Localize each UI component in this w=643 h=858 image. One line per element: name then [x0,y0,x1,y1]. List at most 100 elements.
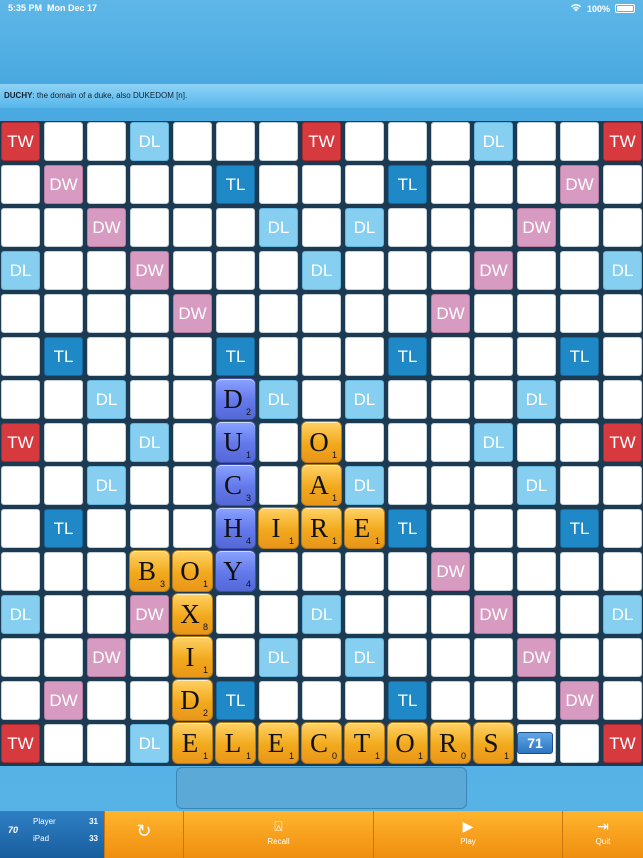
board-square[interactable] [560,122,599,161]
board-square[interactable] [1,466,40,505]
board-square[interactable] [130,638,169,677]
board-square[interactable] [87,337,126,376]
board-square[interactable] [216,122,255,161]
board-square[interactable] [259,337,298,376]
board-square[interactable] [603,165,642,204]
letter-tile[interactable]: T1 [344,722,385,764]
premium-square-tw[interactable]: TW [302,122,341,161]
board-square[interactable] [431,466,470,505]
premium-square-tw[interactable]: TW [603,724,642,763]
board-square[interactable] [431,251,470,290]
board-square[interactable] [44,208,83,247]
board-square[interactable] [259,165,298,204]
board-square[interactable] [345,595,384,634]
board-square[interactable] [474,681,513,720]
letter-tile[interactable]: S1 [473,722,514,764]
board-square[interactable] [87,509,126,548]
board-square[interactable] [474,552,513,591]
board-square[interactable] [474,208,513,247]
premium-square-dw[interactable]: DW [560,681,599,720]
premium-square-dl[interactable]: DL [603,595,642,634]
board-square[interactable] [431,380,470,419]
board-square[interactable] [474,380,513,419]
board-square[interactable] [517,251,556,290]
board-square[interactable] [560,466,599,505]
premium-square-tw[interactable]: TW [1,724,40,763]
board-square[interactable] [302,552,341,591]
board-square[interactable] [560,294,599,333]
premium-square-dw[interactable]: DW [431,294,470,333]
premium-square-tl[interactable]: TL [560,509,599,548]
board-square[interactable] [87,294,126,333]
premium-square-tl[interactable]: TL [560,337,599,376]
board-square[interactable] [603,552,642,591]
board-square[interactable] [345,552,384,591]
board-square[interactable] [44,423,83,462]
board-square[interactable] [259,466,298,505]
recall-button[interactable]: ⍓ Recall [183,811,373,858]
premium-square-dl[interactable]: DL [130,122,169,161]
board-square[interactable] [388,380,427,419]
board-square[interactable] [431,638,470,677]
letter-tile[interactable]: O1 [301,421,342,463]
board-square[interactable] [130,294,169,333]
board-square[interactable] [259,423,298,462]
letter-tile[interactable]: D2 [215,378,256,420]
premium-square-dw[interactable]: DW [87,638,126,677]
tile-rack[interactable] [176,767,467,809]
premium-square-dl[interactable]: DL [302,251,341,290]
board-square[interactable] [216,294,255,333]
board-square[interactable] [1,337,40,376]
premium-square-dl[interactable]: DL [1,595,40,634]
board-square[interactable] [560,251,599,290]
board-square[interactable] [130,208,169,247]
premium-square-tl[interactable]: TL [216,681,255,720]
board-square[interactable] [517,423,556,462]
premium-square-tl[interactable]: TL [388,337,427,376]
letter-tile[interactable]: E1 [172,722,213,764]
premium-square-dw[interactable]: DW [431,552,470,591]
letter-tile[interactable]: B3 [129,550,170,592]
premium-square-tw[interactable]: TW [1,122,40,161]
board-square[interactable] [173,380,212,419]
letter-tile[interactable]: Y4 [215,550,256,592]
board-square[interactable] [1,638,40,677]
letter-tile[interactable]: L1 [215,722,256,764]
premium-square-dl[interactable]: DL [130,724,169,763]
letter-tile[interactable]: I1 [172,636,213,678]
board-square[interactable] [302,681,341,720]
board-square[interactable] [302,165,341,204]
board-square[interactable] [431,337,470,376]
premium-square-tw[interactable]: TW [1,423,40,462]
board-square[interactable] [87,552,126,591]
board-square[interactable] [87,681,126,720]
board-square[interactable] [216,638,255,677]
board-square[interactable] [517,595,556,634]
premium-square-dl[interactable]: DL [474,122,513,161]
board-square[interactable] [259,681,298,720]
board-square[interactable] [130,380,169,419]
premium-square-tw[interactable]: TW [603,122,642,161]
premium-square-dl[interactable]: DL [302,595,341,634]
premium-square-dw[interactable]: DW [44,165,83,204]
board-square[interactable] [302,294,341,333]
board-square[interactable] [388,638,427,677]
letter-tile[interactable]: H4 [215,507,256,549]
premium-square-dl[interactable]: DL [345,208,384,247]
board-square[interactable] [216,208,255,247]
board-square[interactable] [87,595,126,634]
board-square[interactable] [1,208,40,247]
premium-square-dl[interactable]: DL [345,380,384,419]
letter-tile[interactable]: C0 [301,722,342,764]
premium-square-tl[interactable]: TL [388,165,427,204]
board-square[interactable] [517,681,556,720]
board-square[interactable] [474,466,513,505]
board-square[interactable] [302,380,341,419]
board-square[interactable] [517,122,556,161]
board-square[interactable] [130,165,169,204]
board-square[interactable] [44,294,83,333]
board-square[interactable] [216,595,255,634]
board-square[interactable] [474,509,513,548]
board-square[interactable] [345,122,384,161]
premium-square-dl[interactable]: DL [87,466,126,505]
